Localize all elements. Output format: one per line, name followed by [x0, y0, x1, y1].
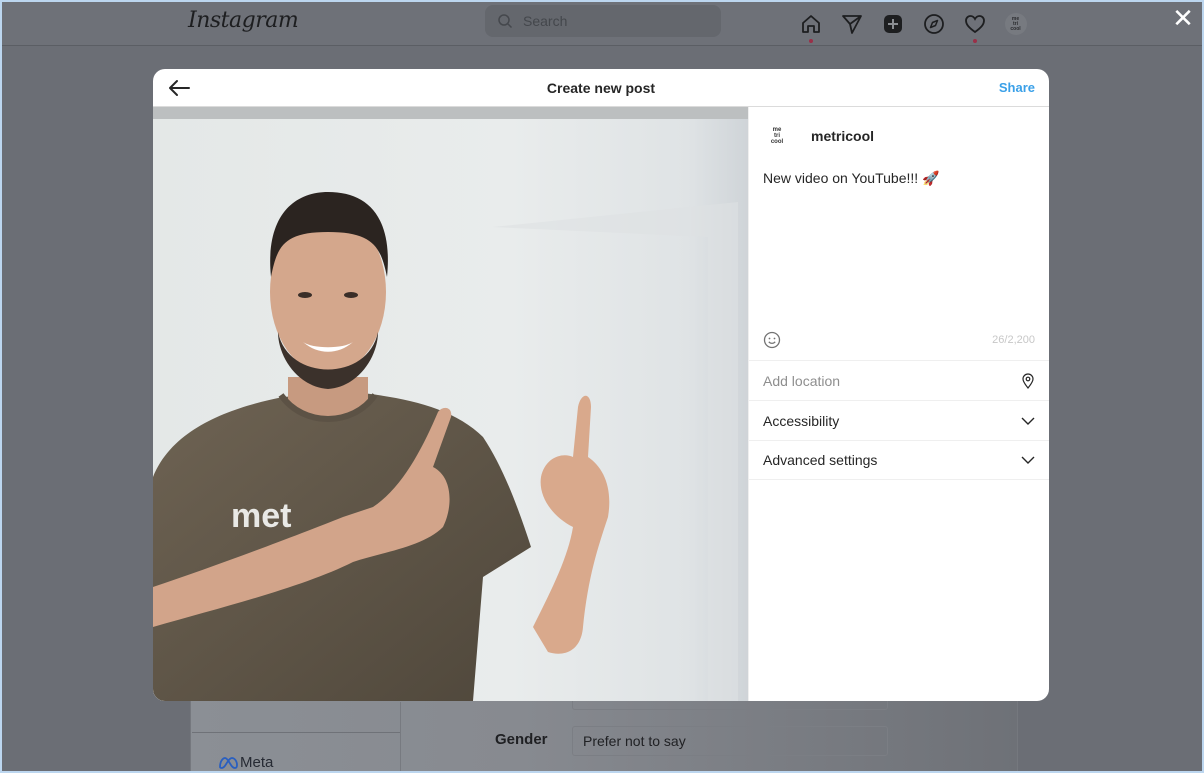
- caption-input[interactable]: New video on YouTube!!! 🚀: [749, 165, 1049, 315]
- location-input[interactable]: [763, 372, 983, 389]
- modal-body: met me tri cool metricool New video on Y…: [153, 107, 1049, 701]
- avatar-text-line: cool: [1010, 25, 1021, 32]
- divider: [192, 732, 400, 733]
- create-post-modal: Create new post Share met me tri cool me…: [153, 69, 1049, 701]
- activity-heart-icon: [964, 15, 985, 34]
- direct-messages-icon: [841, 15, 862, 34]
- meta-logo: Meta: [218, 754, 273, 771]
- right-eye: [344, 292, 358, 298]
- meta-brand-text: Meta: [240, 754, 274, 771]
- arrow-left-icon[interactable]: [167, 78, 191, 98]
- photo-top-band: [153, 107, 748, 119]
- add-location-row[interactable]: [749, 360, 1049, 400]
- accessibility-row[interactable]: Accessibility: [749, 400, 1049, 440]
- avatar-text-line: cool: [770, 139, 784, 145]
- post-photo: met: [153, 107, 748, 701]
- advanced-settings-label: Advanced settings: [763, 452, 878, 468]
- advanced-settings-row[interactable]: Advanced settings: [749, 440, 1049, 480]
- nav-profile[interactable]: me tri cool: [995, 8, 1036, 40]
- divider: [400, 702, 401, 771]
- location-pin-icon: [1022, 372, 1034, 389]
- search-input[interactable]: [523, 13, 703, 29]
- chevron-down-icon: [1021, 417, 1035, 425]
- accessibility-label: Accessibility: [763, 412, 840, 429]
- left-eye: [298, 292, 312, 298]
- home-icon: [801, 15, 820, 33]
- instagram-logo[interactable]: Instagram: [188, 8, 299, 33]
- profile-avatar: me tri cool: [1004, 13, 1027, 35]
- nav-direct[interactable]: [831, 8, 872, 40]
- notification-dot: [808, 39, 813, 43]
- share-button[interactable]: Share: [999, 80, 1035, 95]
- nav-icons: me tri cool: [790, 8, 1036, 43]
- nav-create[interactable]: [872, 8, 913, 40]
- caption-footer: 26/2,200: [749, 320, 1049, 360]
- gender-label: Gender: [495, 731, 548, 748]
- nav-activity[interactable]: [954, 8, 995, 43]
- search-icon: [498, 14, 513, 29]
- notification-dot: [972, 39, 977, 43]
- nav-home[interactable]: [790, 8, 831, 43]
- author-avatar: me tri cool: [763, 122, 791, 150]
- create-post-icon: [883, 15, 902, 33]
- author-username: metricool: [811, 128, 875, 144]
- meta-infinity-icon: [219, 756, 238, 769]
- shirt-text: met: [231, 497, 291, 535]
- search-box[interactable]: [485, 5, 721, 37]
- post-details-panel: me tri cool metricool New video on YouTu…: [748, 107, 1049, 701]
- explore-icon: [923, 14, 944, 34]
- top-nav: Instagram me: [2, 2, 1202, 46]
- photo-illustration: met: [153, 107, 748, 701]
- close-icon[interactable]: ✕: [1170, 5, 1196, 32]
- modal-header: Create new post Share: [153, 69, 1049, 107]
- character-count: 26/2,200: [992, 334, 1035, 346]
- modal-title: Create new post: [546, 79, 656, 96]
- nav-explore[interactable]: [913, 8, 954, 40]
- gender-field[interactable]: Prefer not to say: [572, 726, 888, 756]
- author-row: me tri cool metricool: [749, 107, 1049, 165]
- chevron-down-icon: [1021, 456, 1035, 464]
- emoji-icon[interactable]: [763, 331, 781, 349]
